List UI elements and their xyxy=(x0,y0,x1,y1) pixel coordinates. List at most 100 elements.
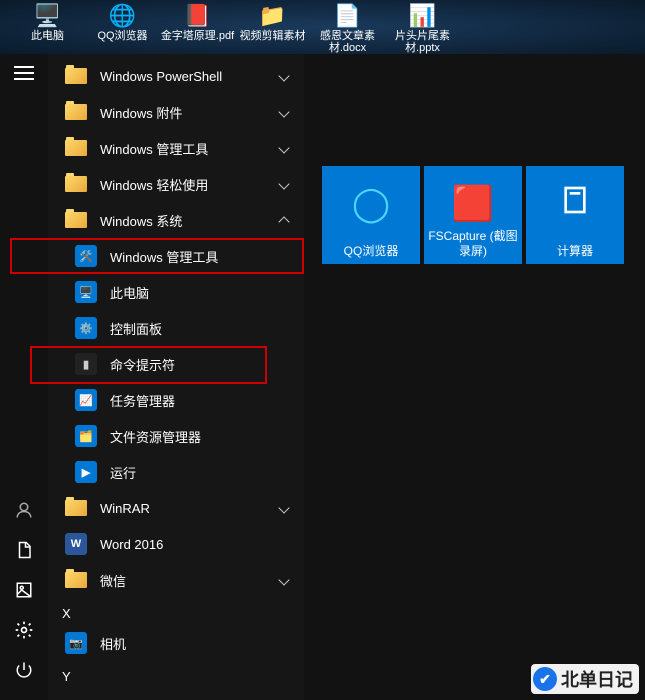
list-item-cmd[interactable]: ▮ 命令提示符 xyxy=(48,346,304,382)
list-item-label: 文件资源管理器 xyxy=(110,427,201,446)
monitor-icon: 🖥️ xyxy=(72,278,100,306)
start-app-list[interactable]: Windows PowerShell Windows 附件 Windows 管理… xyxy=(48,54,304,700)
tile-calculator[interactable]: 计算器 xyxy=(526,166,624,264)
start-rail xyxy=(0,54,48,700)
pdf-icon: 📕 xyxy=(181,2,215,30)
tools-icon: 🛠️ xyxy=(72,242,100,270)
tile-label: QQ浏览器 xyxy=(344,244,399,258)
letter-header-y[interactable]: Y xyxy=(48,661,304,688)
explorer-icon: 🗂️ xyxy=(72,422,100,450)
desktop-icon-pptx[interactable]: 📊 片头片尾素材.pptx xyxy=(385,2,460,54)
list-item-control-panel[interactable]: ⚙️ 控制面板 xyxy=(48,310,304,346)
list-item-run[interactable]: ▶ 运行 xyxy=(48,454,304,490)
list-item-label: Word 2016 xyxy=(100,537,163,552)
start-menu: Windows PowerShell Windows 附件 Windows 管理… xyxy=(0,54,645,700)
camera-icon: 📷 xyxy=(62,629,90,657)
tile-label: 计算器 xyxy=(557,244,593,258)
desktop-icon-pdf[interactable]: 📕 金字塔原理.pdf xyxy=(160,2,235,54)
list-item-label: Windows 管理工具 xyxy=(110,247,218,266)
list-item-wechat[interactable]: 微信 xyxy=(48,562,304,598)
word-icon: W xyxy=(62,530,90,558)
chevron-down-icon xyxy=(278,502,289,513)
desktop-icon-label: QQ浏览器 xyxy=(97,30,147,42)
watermark-text: 北单日记 xyxy=(561,666,633,692)
task-manager-icon: 📈 xyxy=(72,386,100,414)
list-item-label: 运行 xyxy=(110,463,136,482)
gear-icon xyxy=(14,620,34,640)
desktop-icon-label: 此电脑 xyxy=(31,30,64,42)
rail-power[interactable] xyxy=(0,650,48,690)
rail-pictures[interactable] xyxy=(0,570,48,610)
folder-icon xyxy=(62,98,90,126)
watermark-logo-icon: ✔ xyxy=(533,667,557,691)
rail-user[interactable] xyxy=(0,490,48,530)
tile-qqbrowser[interactable]: ◯ QQ浏览器 xyxy=(322,166,420,264)
calculator-icon xyxy=(559,184,591,226)
globe-icon: ◯ xyxy=(352,184,390,225)
chevron-down-icon xyxy=(278,178,289,189)
list-item-label: Windows 系统 xyxy=(100,211,182,230)
desktop-icon-this-pc[interactable]: 🖥️ 此电脑 xyxy=(10,2,85,54)
run-icon: ▶ xyxy=(72,458,100,486)
list-item-label: 相机 xyxy=(100,634,126,653)
document-icon: 📄 xyxy=(331,2,365,30)
hamburger-icon[interactable] xyxy=(14,66,34,80)
list-item-file-explorer[interactable]: 🗂️ 文件资源管理器 xyxy=(48,418,304,454)
folder-icon xyxy=(62,566,90,594)
tile-fscapture[interactable]: 🟥 FSCapture (截图录屏) xyxy=(424,166,522,264)
list-item-label: Windows 轻松使用 xyxy=(100,175,208,194)
globe-icon: 🌐 xyxy=(106,2,140,30)
list-item-windows-system[interactable]: Windows 系统 xyxy=(48,202,304,238)
chevron-down-icon xyxy=(278,70,289,81)
desktop-icon-label: 片头片尾素材.pptx xyxy=(385,30,460,54)
control-panel-icon: ⚙️ xyxy=(72,314,100,342)
desktop-icon-label: 视频剪辑素材 xyxy=(240,30,306,42)
rail-documents[interactable] xyxy=(0,530,48,570)
chevron-down-icon xyxy=(278,574,289,585)
start-tiles: ◯ QQ浏览器 🟥 FSCapture (截图录屏) 计算器 xyxy=(322,166,624,264)
desktop-icon-video-folder[interactable]: 📁 视频剪辑素材 xyxy=(235,2,310,54)
folder-icon xyxy=(62,134,90,162)
list-item-label: 任务管理器 xyxy=(110,391,175,410)
folder-icon: 📁 xyxy=(256,2,290,30)
list-item-label: Windows 管理工具 xyxy=(100,139,208,158)
desktop-icon-label: 感恩文章素材.docx xyxy=(310,30,385,54)
folder-icon xyxy=(62,494,90,522)
capture-icon: 🟥 xyxy=(452,184,494,225)
folder-icon xyxy=(62,170,90,198)
terminal-icon: ▮ xyxy=(72,350,100,378)
list-item-camera[interactable]: 📷 相机 xyxy=(48,625,304,661)
folder-icon xyxy=(62,206,90,234)
list-item-label: Windows PowerShell xyxy=(100,69,222,84)
folder-icon xyxy=(62,62,90,90)
list-item-label: 此电脑 xyxy=(110,283,149,302)
monitor-icon: 🖥️ xyxy=(31,2,65,30)
rail-settings[interactable] xyxy=(0,610,48,650)
desktop-icon-label: 金字塔原理.pdf xyxy=(161,30,234,42)
desktop-icon-qqbrowser[interactable]: 🌐 QQ浏览器 xyxy=(85,2,160,54)
list-item-admin-tools[interactable]: 🛠️ Windows 管理工具 xyxy=(48,238,304,274)
user-icon xyxy=(15,501,33,519)
watermark: ✔ 北单日记 xyxy=(531,664,639,694)
list-item-label: 命令提示符 xyxy=(110,355,175,374)
list-item-winrar[interactable]: WinRAR xyxy=(48,490,304,526)
desktop-icon-docx[interactable]: 📄 感恩文章素材.docx xyxy=(310,2,385,54)
chevron-up-icon xyxy=(278,216,289,227)
list-item-folder[interactable]: Windows 附件 xyxy=(48,94,304,130)
chevron-down-icon xyxy=(278,106,289,117)
power-icon xyxy=(15,661,33,679)
list-item-word[interactable]: W Word 2016 xyxy=(48,526,304,562)
list-item-label: Windows 附件 xyxy=(100,103,182,122)
list-item-task-manager[interactable]: 📈 任务管理器 xyxy=(48,382,304,418)
letter-header-x[interactable]: X xyxy=(48,598,304,625)
desktop: 🖥️ 此电脑 🌐 QQ浏览器 📕 金字塔原理.pdf 📁 视频剪辑素材 📄 感恩… xyxy=(0,0,645,54)
list-item-folder[interactable]: Windows 管理工具 xyxy=(48,130,304,166)
list-item-folder[interactable]: Windows 轻松使用 xyxy=(48,166,304,202)
list-item-label: 控制面板 xyxy=(110,319,162,338)
list-item-folder[interactable]: Windows PowerShell xyxy=(48,58,304,94)
powerpoint-icon: 📊 xyxy=(406,2,440,30)
list-item-label: WinRAR xyxy=(100,501,150,516)
list-item-this-pc[interactable]: 🖥️ 此电脑 xyxy=(48,274,304,310)
list-item-label: 微信 xyxy=(100,571,126,590)
chevron-down-icon xyxy=(278,142,289,153)
